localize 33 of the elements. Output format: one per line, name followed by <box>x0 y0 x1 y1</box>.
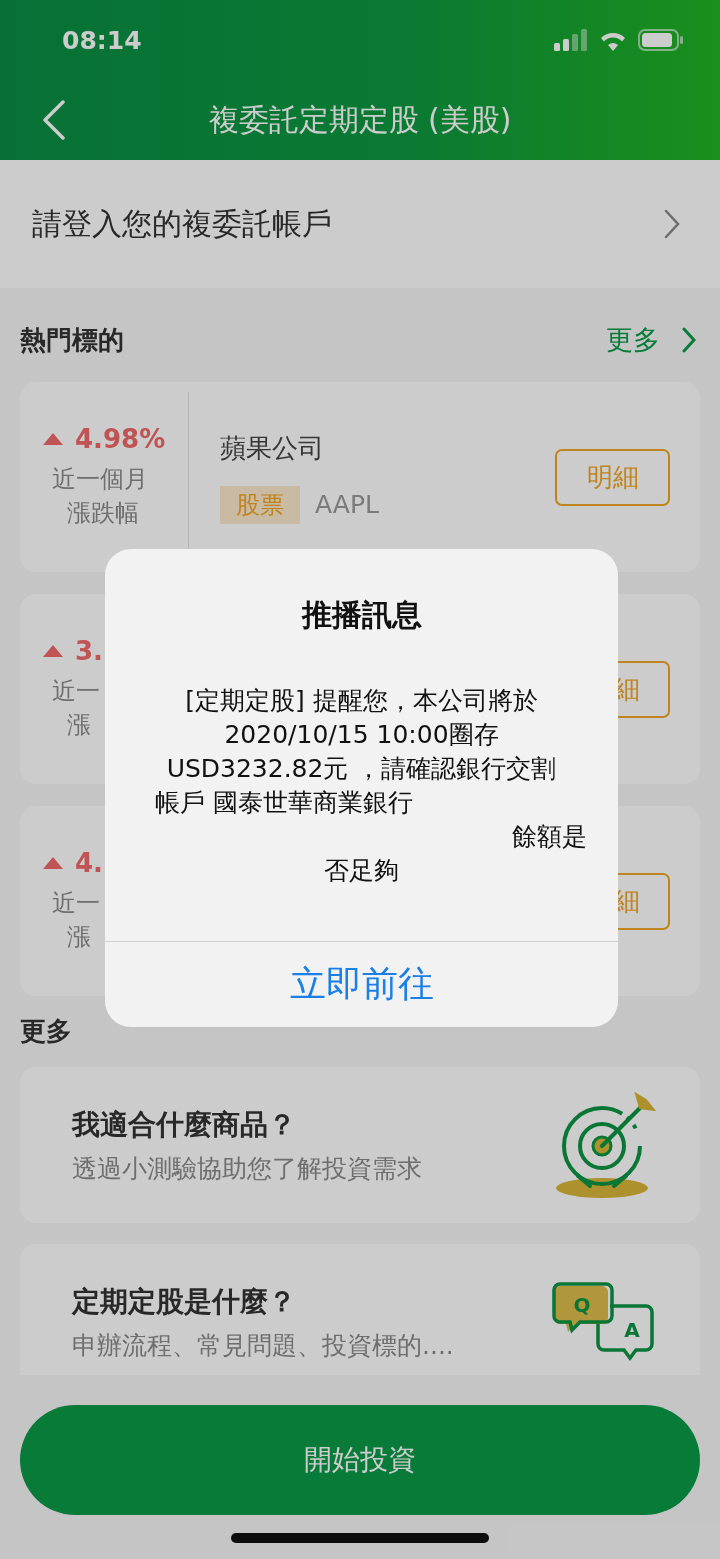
go-now-button[interactable]: 立即前往 <box>105 941 618 1027</box>
login-label: 請登入您的複委託帳戶 <box>32 204 332 243</box>
chevron-right-icon <box>682 327 696 353</box>
card-subtitle: 透過小測驗協助您了解投資需求 <box>72 1152 422 1185</box>
change-value: 4.98% <box>75 424 166 454</box>
card-title: 我適合什麼商品？ <box>72 1106 297 1143</box>
info-card[interactable]: 定期定股是什麼？ 申辦流程、常見問題、投資標的.... Q A <box>20 1244 700 1375</box>
login-row[interactable]: 請登入您的複委託帳戶 <box>0 160 720 288</box>
stock-symbol: AAPL <box>315 490 379 519</box>
dialog-message: [定期定股] 提醒您，本公司將於 2020/10/15 10:00圈存 USD3232.82元 ，請確認銀行交割 帳戶 國泰世華商業銀行 餘額是 否足夠 <box>154 685 588 887</box>
period-label: 近一個月 漲跌幅 <box>52 464 148 529</box>
detail-button[interactable]: 明細 <box>555 448 670 506</box>
back-icon[interactable] <box>42 100 66 140</box>
info-card[interactable]: 我適合什麼商品？ 透過小測驗協助您了解投資需求 <box>20 1067 700 1223</box>
period-label: 近一 漲 <box>52 676 100 741</box>
section-title: 更多 <box>20 1015 72 1048</box>
up-triangle-icon <box>43 856 63 870</box>
card-title: 定期定股是什麼？ <box>72 1283 297 1320</box>
start-investing-button[interactable]: 開始投資 <box>20 1405 700 1515</box>
type-tag: 股票 <box>220 485 300 524</box>
status-time: 08:14 <box>62 25 142 55</box>
up-triangle-icon <box>43 432 63 446</box>
up-triangle-icon <box>43 644 63 658</box>
card-subtitle: 申辦流程、常見問題、投資標的.... <box>72 1329 454 1362</box>
more-link[interactable]: 更多 <box>606 322 696 358</box>
chevron-right-icon <box>664 209 680 239</box>
change-value: 3. <box>75 636 103 666</box>
section-title: 熱門標的 <box>20 323 124 357</box>
change-value: 4. <box>75 848 103 878</box>
page-title: 複委託定期定股 (美股) <box>208 100 512 139</box>
period-label: 近一 漲 <box>52 888 100 953</box>
stock-name: 蘋果公司 <box>220 431 325 465</box>
dialog-title: 推播訊息 <box>300 596 423 634</box>
